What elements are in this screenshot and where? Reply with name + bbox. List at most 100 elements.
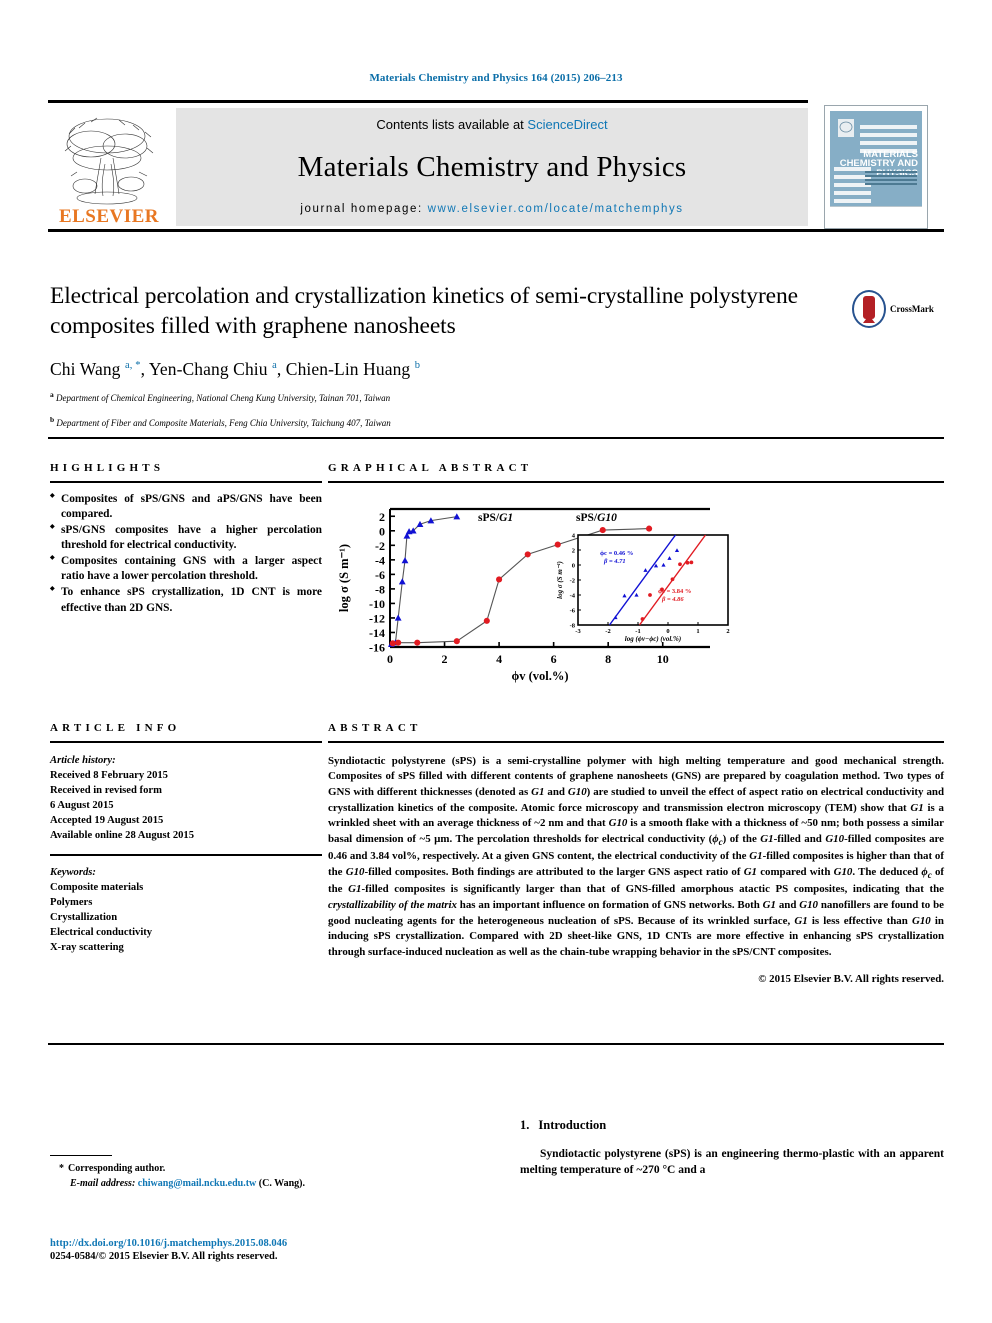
svg-text:-12: -12	[369, 611, 385, 625]
abstract-copyright: © 2015 Elsevier B.V. All rights reserved…	[758, 972, 944, 985]
svg-text:0: 0	[572, 562, 575, 569]
svg-text:0: 0	[666, 628, 669, 635]
elsevier-wordmark: ELSEVIER	[58, 206, 160, 227]
article-history-label: Article history:	[50, 754, 116, 766]
homepage-prefix: journal homepage:	[300, 203, 428, 215]
svg-text:log (ϕv−ϕc) (vol.%): log (ϕv−ϕc) (vol.%)	[625, 635, 681, 643]
keyword-item: Electrical conductivity	[50, 927, 153, 939]
masthead-bottom-rule	[48, 229, 944, 232]
svg-text:-2: -2	[570, 577, 575, 584]
abstract-section: ABSTRACT Syndiotactic polystyrene (sPS) …	[328, 722, 944, 985]
email-suffix: (C. Wang).	[258, 1178, 305, 1190]
affiliation-b: b Department of Fiber and Composite Mate…	[50, 415, 391, 429]
svg-text:-3: -3	[575, 628, 581, 635]
page-title: Electrical percolation and crystallizati…	[50, 283, 798, 339]
svg-text:-14: -14	[369, 625, 385, 639]
doi-link[interactable]: http://dx.doi.org/10.1016/j.matchemphys.…	[50, 1238, 550, 1249]
highlights-list: Composites of sPS/GNS and aPS/GNS have b…	[50, 492, 322, 616]
author-list: Chi Wang a, *, Yen-Chang Chiu a, Chien-L…	[50, 358, 421, 379]
article-history-item: Received 8 February 2015	[50, 769, 168, 781]
keyword-item: Polymers	[50, 896, 93, 908]
svg-text:-6: -6	[570, 607, 576, 614]
journal-title: Materials Chemistry and Physics	[297, 151, 687, 183]
article-history-item: Accepted 19 August 2015	[50, 815, 164, 827]
journal-citation: Materials Chemistry and Physics 164 (201…	[369, 72, 623, 84]
introduction-paragraph: Syndiotactic polystyrene (sPS) is an eng…	[520, 1148, 944, 1177]
cover-footer	[830, 206, 922, 224]
svg-text:2: 2	[726, 628, 729, 635]
graphical-abstract-rule	[328, 481, 944, 483]
abstract-text: Syndiotactic polystyrene (sPS) is a semi…	[328, 754, 945, 959]
affiliation-a: a Department of Chemical Engineering, Na…	[50, 389, 391, 403]
contents-line: Contents lists available at ScienceDirec…	[376, 117, 607, 132]
svg-text:6: 6	[551, 652, 557, 666]
svg-text:ϕc = 0.46 %: ϕc = 0.46 %	[600, 550, 633, 557]
journal-cover-thumbnail[interactable]: MATERIALS CHEMISTRY AND PHYSICS	[824, 105, 928, 229]
introduction-number: 1.	[520, 1118, 530, 1132]
svg-text:1: 1	[696, 628, 699, 635]
paper-page: Materials Chemistry and Physics 164 (201…	[0, 0, 992, 1323]
svg-text:-4: -4	[375, 553, 385, 567]
svg-text:β = 4.86: β = 4.86	[661, 596, 684, 603]
corresponding-author-line: * Corresponding author.	[50, 1161, 450, 1176]
keyword-item: Composite materials	[50, 881, 144, 893]
keyword-item: Crystallization	[50, 911, 118, 923]
cover-elsevier-icon	[838, 119, 854, 137]
masthead-top-rule	[48, 100, 808, 103]
sciencedirect-link[interactable]: ScienceDirect	[527, 117, 607, 132]
email-line: E-mail address: chiwang@mail.ncku.edu.tw…	[50, 1176, 450, 1191]
elsevier-logo: ELSEVIER	[48, 108, 170, 226]
article-info-rule	[50, 741, 322, 743]
article-history-item: Received in revised form	[50, 784, 162, 796]
graphical-abstract-figure: 2 0 -2 -4 -6 -8 -10 -12 -14 -16 0 2 4 6 8 10 log σ (S m⁻…	[328, 494, 944, 700]
svg-text:4: 4	[496, 652, 502, 666]
svg-text:-8: -8	[375, 582, 385, 596]
svg-text:ϕv (vol.%): ϕv (vol.%)	[511, 669, 568, 683]
keyword-item: X-ray scattering	[50, 942, 124, 954]
list-item: Composites of sPS/GNS and aPS/GNS have b…	[50, 492, 322, 522]
list-item: To enhance sPS crystallization, 1D CNT i…	[50, 585, 322, 615]
title-block: Electrical percolation and crystallizati…	[50, 282, 840, 431]
footer-block: http://dx.doi.org/10.1016/j.matchemphys.…	[50, 1238, 550, 1262]
journal-band: Contents lists available at ScienceDirec…	[176, 108, 808, 226]
article-history-item: 6 August 2015	[50, 799, 114, 811]
svg-text:-2: -2	[375, 538, 385, 552]
svg-text:2: 2	[379, 509, 385, 523]
svg-text:ϕc = 3.84 %: ϕc = 3.84 %	[658, 588, 691, 595]
highlights-heading: HIGHLIGHTS	[50, 462, 165, 474]
svg-text:0: 0	[387, 652, 393, 666]
title-bottom-rule	[48, 437, 944, 439]
homepage-url-link[interactable]: www.elsevier.com/locate/matchemphys	[428, 203, 684, 215]
abstract-bottom-rule	[48, 1043, 944, 1045]
article-history-item: Available online 28 August 2015	[50, 830, 195, 842]
svg-text:-1: -1	[635, 628, 640, 635]
svg-text:10: 10	[657, 652, 669, 666]
svg-text:2: 2	[572, 547, 575, 554]
svg-text:-2: -2	[605, 628, 610, 635]
introduction-title: Introduction	[538, 1118, 607, 1132]
journal-homepage-line: journal homepage: www.elsevier.com/locat…	[300, 203, 683, 215]
svg-text:2: 2	[442, 652, 448, 666]
cover-footer-text	[830, 207, 922, 217]
corresponding-label: Corresponding author.	[68, 1163, 166, 1175]
list-item: sPS/GNS composites have a higher percola…	[50, 523, 322, 553]
svg-text:sPS/G1: sPS/G1	[478, 512, 513, 524]
highlights-rule	[50, 481, 322, 483]
corresponding-author-block: * Corresponding author. E-mail address: c…	[50, 1155, 450, 1191]
crossmark-badge[interactable]: CrossMark	[852, 288, 944, 330]
affiliation-b-text: Department of Fiber and Composite Materi…	[56, 418, 391, 429]
email-label: E-mail address:	[70, 1178, 136, 1190]
email-link[interactable]: chiwang@mail.ncku.edu.tw	[138, 1178, 257, 1189]
svg-text:-16: -16	[369, 640, 385, 654]
contents-prefix: Contents lists available at	[376, 117, 528, 132]
corresponding-rule	[50, 1155, 112, 1157]
list-item: Composites containing GNS with a larger …	[50, 554, 322, 584]
cover-subtext	[864, 170, 917, 187]
introduction-section: 1. Introduction Syndiotactic polystyrene …	[520, 1118, 944, 1179]
issn-copyright: 0254-0584/© 2015 Elsevier B.V. All right…	[50, 1251, 278, 1262]
abstract-rule	[328, 741, 944, 743]
article-history-block: Article history: Received 8 February 201…	[50, 753, 322, 844]
graphical-abstract-heading: GRAPHICAL ABSTRACT	[328, 462, 533, 474]
svg-text:β = 4.71: β = 4.71	[603, 558, 626, 565]
elsevier-tree-icon	[64, 117, 154, 205]
